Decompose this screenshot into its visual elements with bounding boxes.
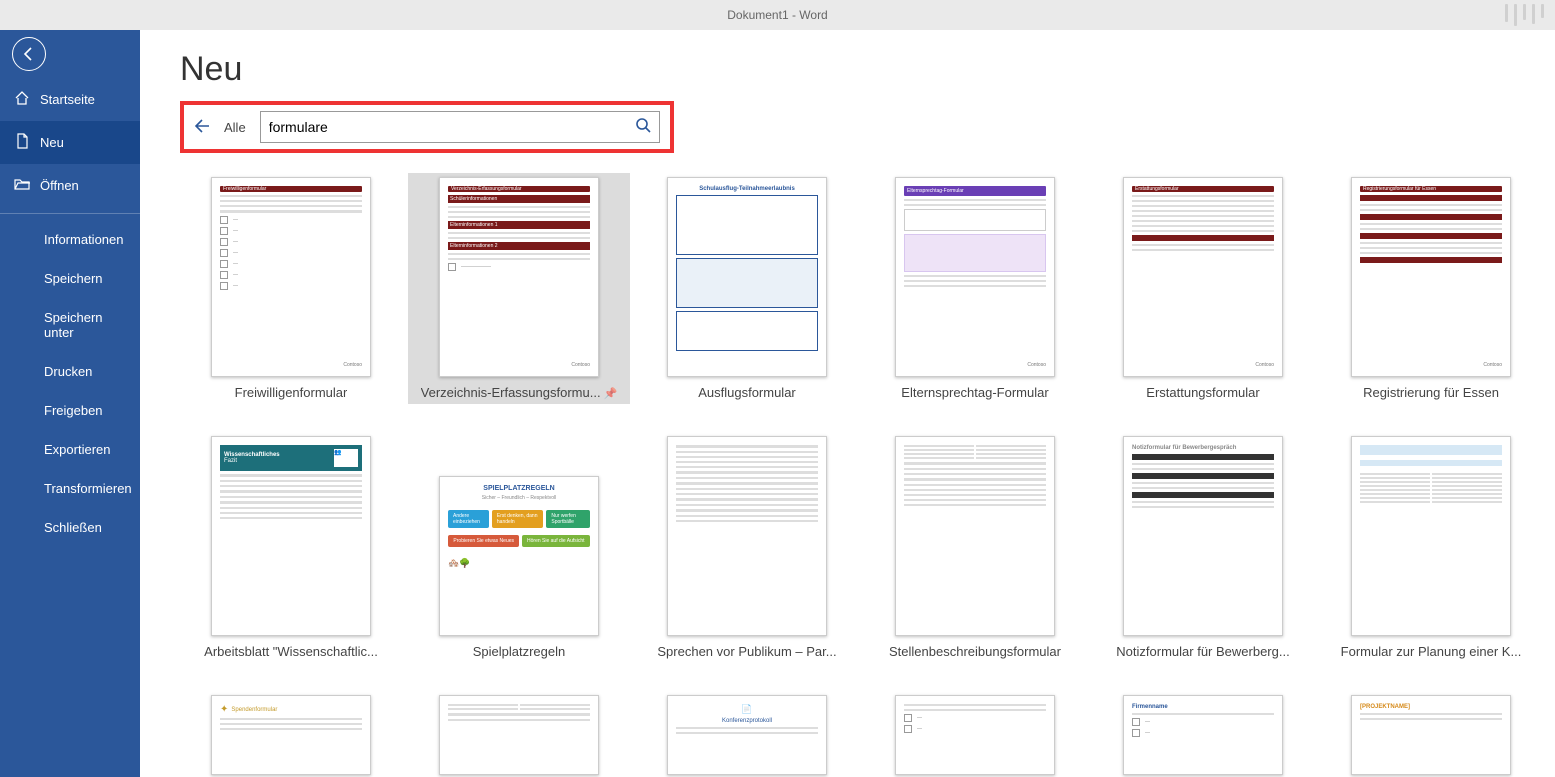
search-icon[interactable] — [635, 117, 651, 137]
template-thumbnail: Verzeichnis-Erfassungsformular Schülerin… — [439, 177, 599, 377]
template-caption: Stellenbeschreibungsformular — [889, 644, 1061, 659]
sidebar-item-exportieren[interactable]: Exportieren — [0, 430, 140, 469]
main-panel: Neu Alle Freiwilligenformular — — — [140, 30, 1555, 777]
template-caption: Spielplatzregeln — [473, 644, 566, 659]
template-caption: Erstattungsformular — [1146, 385, 1259, 400]
template-thumbnail: Elternsprechtag-Formular Contoso — [895, 177, 1055, 377]
template-item[interactable]: WissenschaftlichesFazit👥 Arbeitsblatt "W… — [180, 432, 402, 663]
template-item[interactable]: Elternsprechtag-Formular Contoso Elterns… — [864, 173, 1086, 404]
template-thumbnail: Schulausflug-Teilnahmeerlaubnis — [667, 177, 827, 377]
back-arrow-icon — [12, 37, 46, 71]
template-thumbnail: 📄 Konferenzprotokoll — [667, 695, 827, 775]
template-thumbnail: WissenschaftlichesFazit👥 — [211, 436, 371, 636]
template-item[interactable]: ✦Spendenformular — [180, 691, 402, 777]
window-deco-bars — [1504, 4, 1545, 26]
template-caption: Ausflugsformular — [698, 385, 796, 400]
sidebar-item-home[interactable]: Startseite — [0, 78, 140, 121]
window-title: Dokument1 - Word — [727, 8, 827, 22]
sidebar-label: Startseite — [40, 92, 95, 107]
search-back-button[interactable] — [194, 117, 210, 138]
sidebar-label: Neu — [40, 135, 64, 150]
template-item[interactable]: Stellenbeschreibungsformular — [864, 432, 1086, 663]
template-thumbnail: SPIELPLATZREGELN Sicher – Freundlich – R… — [439, 476, 599, 636]
template-caption: Elternsprechtag-Formular — [901, 385, 1048, 400]
sidebar: Startseite Neu Öffnen Informationen Spei… — [0, 30, 140, 777]
sidebar-item-transformieren[interactable]: Transformieren — [0, 469, 140, 508]
search-highlight-box: Alle — [180, 101, 674, 153]
home-icon — [14, 90, 30, 109]
template-thumbnail: Freiwilligenformular — — — — — — — Conto… — [211, 177, 371, 377]
sidebar-item-informationen[interactable]: Informationen — [0, 220, 140, 259]
template-caption: Verzeichnis-Erfassungsformu... — [421, 385, 618, 400]
template-thumbnail: ✦Spendenformular — [211, 695, 371, 775]
folder-open-icon — [14, 176, 30, 195]
template-item[interactable]: Registrierungsformular für Essen Contoso… — [1320, 173, 1542, 404]
sidebar-divider — [0, 213, 140, 214]
template-item[interactable] — [408, 691, 630, 777]
template-thumbnail: [PROJEKTNAME] — [1351, 695, 1511, 775]
template-item[interactable]: —— — [864, 691, 1086, 777]
sidebar-item-speichern-unter[interactable]: Speichern unter — [0, 298, 140, 352]
template-item[interactable]: SPIELPLATZREGELN Sicher – Freundlich – R… — [408, 432, 630, 663]
sidebar-item-new[interactable]: Neu — [0, 121, 140, 164]
template-thumbnail: Firmenname —— — [1123, 695, 1283, 775]
search-input[interactable] — [269, 119, 635, 135]
template-item[interactable]: Notizformular für Bewerbergespräch Notiz… — [1092, 432, 1314, 663]
template-item[interactable]: Freiwilligenformular — — — — — — — Conto… — [180, 173, 402, 404]
template-item[interactable]: Schulausflug-Teilnahmeerlaubnis Ausflugs… — [636, 173, 858, 404]
template-gallery: Freiwilligenformular — — — — — — — Conto… — [180, 173, 1537, 777]
template-item[interactable]: Firmenname —— — [1092, 691, 1314, 777]
sidebar-item-drucken[interactable]: Drucken — [0, 352, 140, 391]
template-item[interactable]: Verzeichnis-Erfassungsformular Schülerin… — [408, 173, 630, 404]
template-thumbnail: Notizformular für Bewerbergespräch — [1123, 436, 1283, 636]
sidebar-label: Öffnen — [40, 178, 79, 193]
search-category[interactable]: Alle — [224, 120, 246, 135]
template-thumbnail: Registrierungsformular für Essen Contoso — [1351, 177, 1511, 377]
back-button[interactable] — [0, 30, 140, 78]
document-icon — [14, 133, 30, 152]
template-item[interactable]: [PROJEKTNAME] — [1320, 691, 1542, 777]
sidebar-item-open[interactable]: Öffnen — [0, 164, 140, 207]
template-thumbnail — [895, 436, 1055, 636]
template-thumbnail: Erstattungsformular Contoso — [1123, 177, 1283, 377]
template-caption: Sprechen vor Publikum – Par... — [657, 644, 836, 659]
template-thumbnail — [439, 695, 599, 775]
template-caption: Freiwilligenformular — [235, 385, 348, 400]
template-item[interactable]: Erstattungsformular Contoso Erstattungsf… — [1092, 173, 1314, 404]
template-thumbnail — [667, 436, 827, 636]
template-caption: Registrierung für Essen — [1363, 385, 1499, 400]
template-caption: Notizformular für Bewerberg... — [1116, 644, 1289, 659]
template-thumbnail: —— — [895, 695, 1055, 775]
sidebar-item-speichern[interactable]: Speichern — [0, 259, 140, 298]
template-item[interactable]: Formular zur Planung einer K... — [1320, 432, 1542, 663]
template-item[interactable]: 📄 Konferenzprotokoll — [636, 691, 858, 777]
template-item[interactable]: Sprechen vor Publikum – Par... — [636, 432, 858, 663]
page-title: Neu — [180, 50, 1537, 89]
sidebar-item-freigeben[interactable]: Freigeben — [0, 391, 140, 430]
template-caption: Formular zur Planung einer K... — [1341, 644, 1522, 659]
template-caption: Arbeitsblatt "Wissenschaftlic... — [204, 644, 378, 659]
search-box[interactable] — [260, 111, 660, 143]
titlebar: Dokument1 - Word — [0, 0, 1555, 30]
sidebar-item-schliessen[interactable]: Schließen — [0, 508, 140, 547]
template-thumbnail — [1351, 436, 1511, 636]
